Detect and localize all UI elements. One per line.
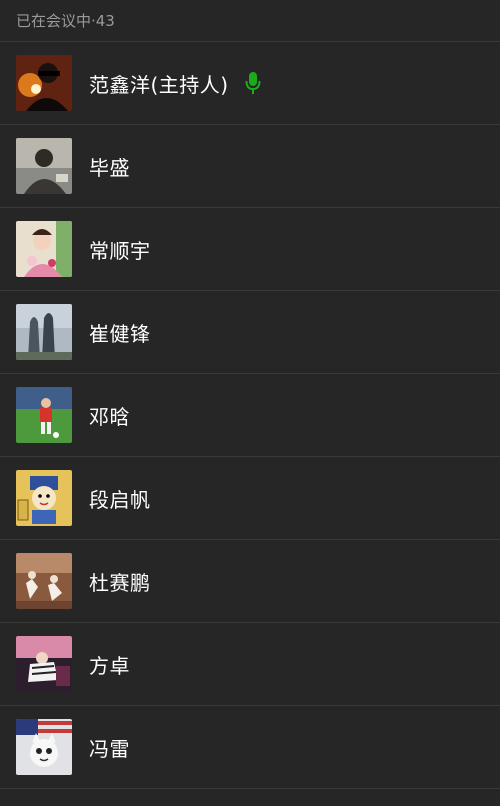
participant-name: 段启帆 [89, 487, 151, 512]
participant-list: 范鑫洋(主持人) 毕盛 常顺宇 崔健锋 邓晗 段启帆 杜赛鹏 方卓 冯雷 [0, 42, 500, 789]
avatar [16, 304, 72, 360]
participants-count-label: 已在会议中·43 [16, 12, 115, 30]
participant-row[interactable]: 杜赛鹏 [0, 540, 500, 623]
participant-row[interactable]: 邓晗 [0, 374, 500, 457]
participant-row[interactable]: 常顺宇 [0, 208, 500, 291]
avatar [16, 470, 72, 526]
meeting-participants-screen: 已在会议中·43 范鑫洋(主持人) 毕盛 常顺宇 崔健锋 邓晗 段启帆 杜赛鹏 … [0, 0, 500, 806]
participant-row[interactable]: 崔健锋 [0, 291, 500, 374]
participant-name: 崔健锋 [89, 321, 151, 346]
participant-row[interactable]: 范鑫洋(主持人) [0, 42, 500, 125]
participant-name: 方卓 [89, 653, 130, 678]
participant-row[interactable]: 方卓 [0, 623, 500, 706]
bottom-spacer [0, 792, 500, 806]
participant-name: 常顺宇 [89, 238, 151, 263]
participant-row[interactable]: 毕盛 [0, 125, 500, 208]
avatar [16, 55, 72, 111]
avatar [16, 719, 72, 775]
participant-name: 毕盛 [89, 155, 130, 180]
avatar [16, 553, 72, 609]
participant-row[interactable]: 冯雷 [0, 706, 500, 789]
participant-name: 邓晗 [89, 404, 130, 429]
participant-name: 范鑫洋(主持人) [89, 72, 229, 97]
avatar [16, 387, 72, 443]
avatar [16, 138, 72, 194]
participant-row[interactable]: 段启帆 [0, 457, 500, 540]
avatar [16, 636, 72, 692]
participant-name: 冯雷 [89, 736, 130, 761]
avatar [16, 221, 72, 277]
mic-active-icon[interactable] [245, 71, 261, 95]
participants-count-header: 已在会议中·43 [0, 0, 500, 42]
participant-name: 杜赛鹏 [89, 570, 151, 595]
